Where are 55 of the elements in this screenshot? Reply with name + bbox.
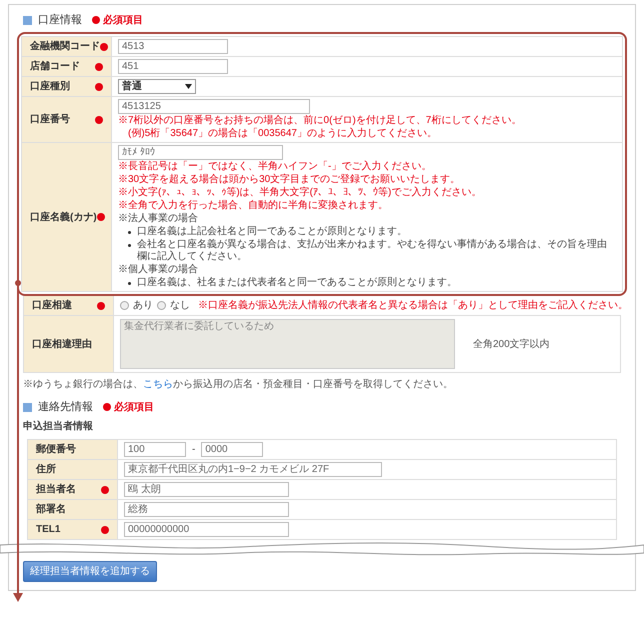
section-title: 連絡先情報 [38, 400, 93, 415]
radio-label: あり [133, 299, 153, 313]
note-text: ※ゆうちょ銀行の場合は、こちらから振込用の店名・預金種目・口座番号を取得してください。 [23, 378, 454, 392]
note-text: 会社名と口座名義が異なる場合は、支払が出来かねます。やむを得ない事情がある場合は、その旨を理由欄に記入してください。 [137, 239, 608, 263]
input-field[interactable]: 100 [124, 442, 186, 457]
link[interactable]: こちら [143, 379, 173, 390]
warning-text: ※長音記号は「ー」ではなく、半角ハイフン「-」でご入力ください。 [118, 161, 432, 173]
radio-button[interactable] [157, 301, 166, 310]
square-icon [23, 402, 32, 412]
field-label: 金融機関コード [30, 40, 100, 54]
input-field[interactable]: 東京都千代田区丸の内1−9−2 カモメビル 27F [124, 462, 382, 477]
input-field[interactable]: 4513125 [118, 99, 310, 114]
radio-button[interactable] [120, 301, 129, 310]
section-title: 口座情報 [38, 12, 82, 28]
field-label: 郵便番号 [36, 442, 76, 457]
subheading: 申込担当者情報 [23, 420, 94, 434]
bullet-icon [128, 231, 131, 234]
warning-text: ※7桁以外の口座番号をお持ちの場合は、前に0(ゼロ)を付け足して、7桁にしてください。 [118, 115, 522, 127]
input-field[interactable]: 451 [118, 59, 228, 74]
caret-icon [185, 84, 192, 89]
field-label: 口座番号 [30, 112, 70, 127]
input-field[interactable]: 00000000000 [124, 522, 289, 537]
field-label: 口座相違 [32, 298, 72, 313]
warning-text: ※30文字を超える場合は頭から30文字目までのご登録でお願いいたします。 [118, 174, 462, 186]
square-icon [23, 16, 32, 24]
input-field[interactable]: ｶﾓﾒ ﾀﾛｳ [118, 145, 283, 160]
field-label: 口座種別 [30, 79, 70, 94]
bullet-icon [128, 244, 131, 247]
input-field[interactable]: 0000 [201, 442, 264, 457]
field-label: 担当者名 [36, 482, 76, 497]
warning-text: (例)5桁「35647」の場合は「0035647」のように入力してください。 [127, 128, 438, 140]
field-label: 口座名義(カナ) [30, 210, 97, 224]
field-label: 部署名 [36, 502, 66, 517]
input-field[interactable]: 鴎 太朗 [124, 482, 289, 497]
warning-text: ※口座名義が振込先法人情報の代表者名と異なる場合は「あり」として理由をご記入ください。 [198, 298, 628, 313]
add-button[interactable]: 経理担当者情報を追加する [23, 561, 157, 582]
field-label: TEL1 [36, 523, 60, 537]
hint-text: 全角200文字以内 [473, 338, 550, 352]
required-legend: 必須項目 [103, 12, 143, 28]
field-label: 店舗コード [30, 59, 80, 74]
field-label: 口座相違理由 [32, 337, 92, 352]
radio-label: なし [170, 299, 190, 313]
note-text: 口座名義は、社名または代表者名と同一であることが原則となります。 [137, 277, 457, 289]
warning-text: ※小文字(ｧ、ｭ、ｮ、ｯ、ｩ等)は、半角大文字(ｱ、ﾕ、ﾖ、ﾂ、ｳ等)でご入力ください。 [118, 187, 482, 199]
required-legend: 必須項目 [114, 400, 154, 414]
note-text: 口座名義は上記会社名と同一であることが原則となります。 [137, 226, 407, 238]
field-label: 住所 [36, 462, 56, 477]
input-field[interactable]: 4513 [118, 39, 228, 54]
warning-text: ※全角で入力を行った場合、自動的に半角に変換されます。 [118, 200, 389, 212]
dropdown[interactable]: 普通 [118, 79, 196, 94]
bullet-icon [128, 282, 131, 285]
note-heading: ※個人事業の場合 [118, 264, 199, 276]
input-field[interactable]: 総務 [124, 502, 289, 517]
note-heading: ※法人事業の場合 [118, 213, 199, 225]
separator-text: - [192, 443, 196, 457]
